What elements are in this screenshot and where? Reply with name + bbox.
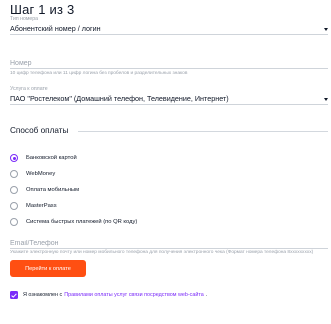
step-title: Шаг 1 из 3: [10, 2, 75, 17]
proceed-to-payment-button[interactable]: Перейти к оплате: [10, 260, 86, 277]
payment-form: Шаг 1 из 3 Тип номера Абонентский номер …: [0, 0, 331, 324]
chevron-down-icon: [324, 98, 328, 101]
agreement-row: Я ознакомлен с Правилами оплаты услуг св…: [10, 290, 207, 300]
contact-hint: Укажите электронную почту или номер моби…: [10, 250, 314, 255]
payment-option-label: MasterPass: [26, 203, 57, 209]
payment-option-webmoney[interactable]: WebMoney: [10, 168, 55, 180]
service-caption: Услуга к оплате: [10, 86, 48, 92]
number-type-caption: Тип номера: [10, 16, 39, 22]
checkmark-icon: [11, 292, 17, 298]
service-select[interactable]: ПАО "Ростелеком" (Домашний телефон, Теле…: [10, 94, 328, 105]
payment-option-label: Оплата мобильным: [26, 187, 80, 193]
radio-button[interactable]: [10, 170, 18, 178]
chevron-down-icon: [324, 28, 328, 31]
number-field-wrapper: [10, 56, 328, 69]
number-type-value: Абонентский номер / логин: [10, 24, 101, 33]
agreement-checkbox[interactable]: [10, 291, 18, 299]
agreement-suffix: .: [205, 292, 208, 298]
service-value: ПАО "Ростелеком" (Домашний телефон, Теле…: [10, 94, 229, 103]
contact-field-wrapper: [10, 236, 328, 249]
payment-option-masterpass[interactable]: MasterPass: [10, 200, 57, 212]
divider: [78, 131, 328, 132]
number-type-select[interactable]: Абонентский номер / логин: [10, 24, 328, 35]
radio-button-checked[interactable]: [10, 154, 18, 162]
payment-option-mobile[interactable]: Оплата мобильным: [10, 184, 79, 196]
payment-method-section: Способ оплаты: [10, 126, 328, 136]
payment-option-card[interactable]: Банковской картой: [10, 152, 77, 164]
radio-button[interactable]: [10, 202, 18, 210]
payment-option-sbp[interactable]: Система быстрых платежей (по QR коду): [10, 216, 137, 228]
agreement-text: Я ознакомлен с: [23, 292, 63, 298]
radio-button[interactable]: [10, 218, 18, 226]
email-phone-input[interactable]: [10, 240, 328, 247]
payment-method-heading: Способ оплаты: [10, 126, 75, 135]
number-input[interactable]: [10, 60, 328, 67]
payment-option-label: Банковской картой: [26, 155, 77, 161]
payment-option-label: WebMoney: [26, 171, 56, 177]
payment-option-label: Система быстрых платежей (по QR коду): [26, 219, 138, 225]
payment-rules-link[interactable]: Правилами оплаты услуг связи посредством…: [64, 292, 204, 298]
number-hint: 10 цифр телефона или 11 цифр логина без …: [10, 71, 188, 76]
radio-button[interactable]: [10, 186, 18, 194]
